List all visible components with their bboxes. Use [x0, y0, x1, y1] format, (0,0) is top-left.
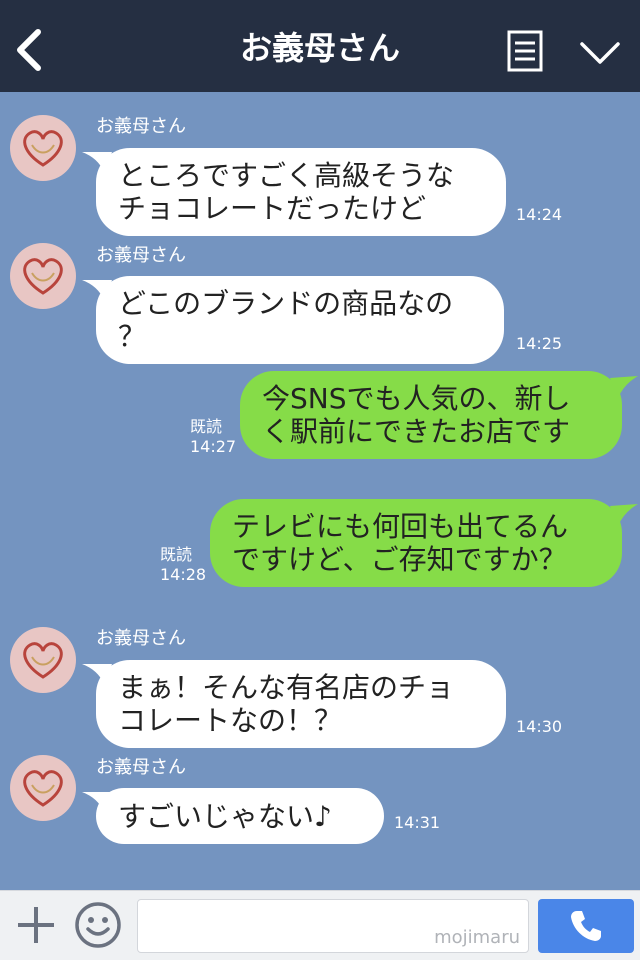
message-time: 14:30 — [516, 717, 563, 736]
chat-title: お義母さん — [239, 29, 400, 67]
avatar[interactable] — [10, 627, 76, 693]
sender-name: お義母さん — [96, 628, 186, 649]
message-bubble[interactable]: すごいじゃない♪ — [96, 788, 384, 844]
bubble-tail — [610, 504, 638, 526]
message-text: まぁ！そんな有名店のチョ コレートなの！？ — [118, 671, 455, 737]
avatar[interactable] — [10, 115, 76, 181]
expand-button[interactable] — [578, 36, 622, 70]
bubble-tail — [610, 376, 638, 398]
message-text: 今SNSでも人気の、新し く駅前にできたお店です — [262, 382, 571, 448]
message-time: 14:31 — [394, 813, 441, 832]
smiley-icon — [75, 902, 121, 948]
add-button[interactable] — [14, 903, 58, 947]
call-button[interactable] — [538, 899, 634, 953]
avatar[interactable] — [10, 755, 76, 821]
message-bubble[interactable]: 今SNSでも人気の、新し く駅前にできたお店です — [240, 371, 622, 459]
message-time: 14:28 — [160, 565, 207, 584]
avatar-heart-icon — [23, 770, 63, 807]
message-time: 14:27 — [190, 437, 237, 456]
phone-icon — [571, 911, 601, 941]
message-bubble[interactable]: ところですごく高級そうな チョコレートだったけど — [96, 148, 506, 236]
message-text: ところですごく高級そうな チョコレートだったけど — [118, 159, 455, 225]
message-bubble[interactable]: テレビにも何回も出てるん ですけど、ご存知ですか？ — [210, 499, 622, 587]
message-bubble[interactable]: まぁ！そんな有名店のチョ コレートなの！？ — [96, 660, 506, 748]
sender-name: お義母さん — [96, 116, 186, 137]
message-text: テレビにも何回も出てるん ですけど、ご存知ですか？ — [232, 510, 569, 576]
list-icon — [507, 30, 543, 72]
avatar[interactable] — [10, 243, 76, 309]
read-receipt: 既読 14:28 — [160, 545, 207, 584]
sender-name: お義母さん — [96, 245, 186, 266]
avatar-heart-icon — [23, 258, 63, 295]
message-text: どこのブランドの商品なの？ — [118, 287, 454, 353]
message-text: すごいじゃない♪ — [118, 799, 332, 833]
message-input-bar: mojimaru — [0, 890, 640, 960]
message-time: 14:25 — [516, 334, 563, 353]
read-receipt: 既読 14:27 — [190, 417, 237, 456]
emoji-button[interactable] — [74, 901, 122, 949]
plus-icon — [18, 907, 54, 943]
chevron-down-icon — [580, 42, 620, 64]
avatar-heart-icon — [23, 642, 63, 679]
avatar-heart-icon — [23, 130, 63, 167]
watermark: mojimaru — [434, 927, 520, 948]
chat-area[interactable]: お義母さん ところですごく高級そうな チョコレートだったけど 14:24 お義母さ… — [0, 92, 640, 890]
message-input[interactable]: mojimaru — [137, 899, 529, 953]
menu-button[interactable] — [507, 30, 543, 72]
message-time: 14:24 — [516, 205, 563, 224]
chat-header: お義母さん — [0, 0, 640, 92]
message-bubble[interactable]: どこのブランドの商品なの？ — [96, 276, 504, 364]
sender-name: お義母さん — [96, 757, 186, 778]
